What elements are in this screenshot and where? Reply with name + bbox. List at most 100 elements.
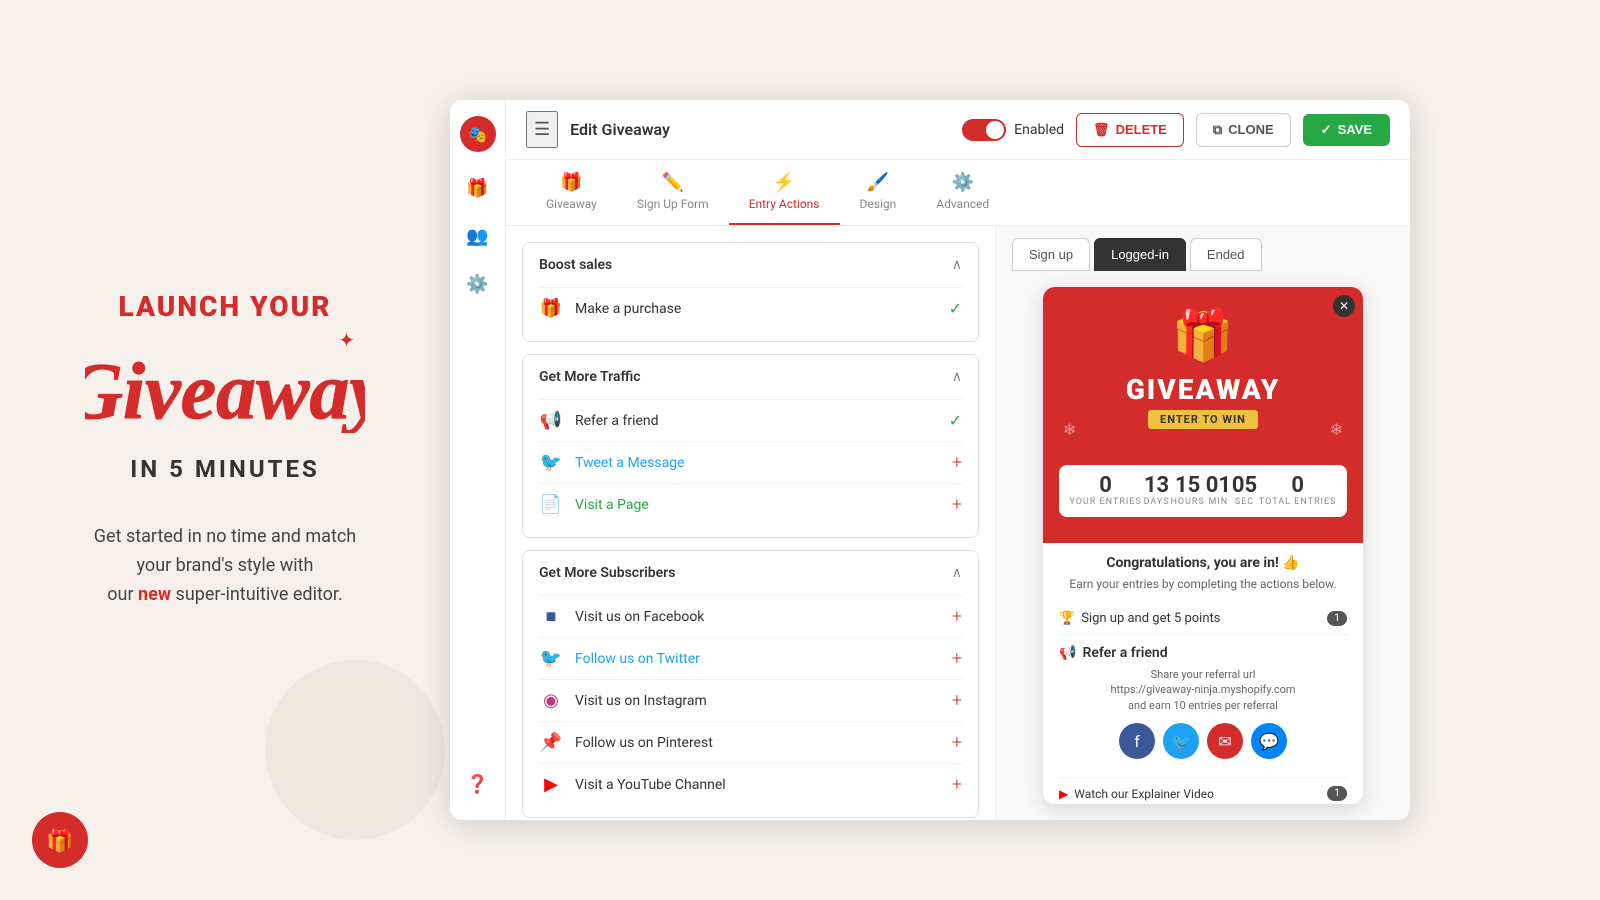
preview-tab-signup[interactable]: Sign up <box>1012 238 1090 271</box>
your-entries-label: Your entries <box>1069 497 1141 507</box>
list-item[interactable]: ■ Visit us on Facebook + <box>539 595 962 637</box>
enabled-toggle[interactable] <box>962 119 1006 141</box>
purchase-label: Make a purchase <box>575 301 937 317</box>
subscribers-toggle-icon: ∧ <box>952 565 962 581</box>
giveaway-tab-icon: 🎁 <box>560 172 582 193</box>
traffic-toggle-icon: ∧ <box>952 369 962 385</box>
preview-tab-loggedin[interactable]: Logged-in <box>1094 238 1186 271</box>
widget-subtitle: ENTER TO WIN <box>1148 410 1258 429</box>
sidebar-item-settings[interactable]: ⚙️ <box>458 264 498 304</box>
purchase-check-icon: ✓ <box>949 299 962 318</box>
preview-widget-area: ✕ 🎁 GIVEAWAY ENTER TO WIN ❄ ❄ <box>996 271 1410 820</box>
timer-row: 0 Your entries 13 DAYS 15 <box>1059 465 1347 517</box>
tab-bar: 🎁 Giveaway ✏️ Sign Up Form ⚡ Entry Actio… <box>506 160 1410 226</box>
signup-action-row[interactable]: 🏆 Sign up and get 5 points 1 <box>1059 603 1347 635</box>
boost-sales-toggle-icon: ∧ <box>952 257 962 273</box>
hours-value: 15 <box>1170 475 1204 497</box>
purchase-icon: 🎁 <box>539 298 563 319</box>
referral-twitter-btn[interactable]: 🐦 <box>1163 723 1199 759</box>
users-icon: 👥 <box>466 226 488 247</box>
referral-messenger-btn[interactable]: 💬 <box>1251 723 1287 759</box>
app-panel: 🎭 🎁 👥 ⚙️ ❓ ☰ Edit Giveaway Enabled 🗑 <box>450 100 1410 820</box>
list-item[interactable]: 🐦 Follow us on Twitter + <box>539 637 962 679</box>
referral-social-buttons: f 🐦 ✉ 💬 <box>1059 723 1347 759</box>
svg-text:🎁: 🎁 <box>46 828 73 854</box>
youtube-label: Visit a YouTube Channel <box>575 777 940 793</box>
advanced-tab-icon: ⚙️ <box>951 172 973 193</box>
tab-advanced[interactable]: ⚙️ Advanced <box>916 160 1009 225</box>
giveaway-svg: Giveaway <box>85 333 365 433</box>
get-more-subscribers-section: Get More Subscribers ∧ ■ Visit us on Fac… <box>522 550 979 818</box>
signup-tab-icon: ✏️ <box>662 172 684 193</box>
giveaway-logo: Giveaway ✦ <box>85 333 365 437</box>
get-more-traffic-header[interactable]: Get More Traffic ∧ <box>523 355 978 399</box>
list-item[interactable]: ◉ Visit us on Instagram + <box>539 679 962 721</box>
timer-total-entries: 0 Total entries <box>1259 475 1337 507</box>
editor-panel: Boost sales ∧ 🎁 Make a purchase ✓ G <box>506 226 996 820</box>
sidebar-item-giveaways[interactable]: 🎁 <box>458 168 498 208</box>
timer-sec: 05 SEC <box>1232 475 1257 507</box>
get-more-subscribers-title: Get More Subscribers <box>539 565 675 581</box>
delete-icon: 🗑 <box>1093 122 1110 138</box>
widget-title: GIVEAWAY <box>1063 373 1343 406</box>
earn-text: Earn your entries by completing the acti… <box>1059 577 1347 591</box>
referral-facebook-btn[interactable]: f <box>1119 723 1155 759</box>
checkmark-icon: ✓ <box>1321 122 1332 138</box>
preview-panel: Sign up Logged-in Ended ✕ 🎁 GIVEAWAY ENT… <box>996 226 1410 820</box>
tab-design[interactable]: 🖌️ Design <box>840 160 917 225</box>
facebook-label: Visit us on Facebook <box>575 609 940 625</box>
min-value: 01 <box>1206 475 1231 497</box>
list-item[interactable]: 📌 Follow us on Pinterest + <box>539 721 962 763</box>
save-button[interactable]: ✓ SAVE <box>1303 114 1390 146</box>
snowflake-left: ❄ <box>1063 420 1076 439</box>
preview-tab-bar: Sign up Logged-in Ended <box>996 226 1410 271</box>
youtube-widget-icon: ▶ <box>1059 787 1068 801</box>
sidebar-logo[interactable]: 🎭 <box>460 116 496 152</box>
gift-icon: 🎁 <box>466 178 488 199</box>
tab-giveaway[interactable]: 🎁 Giveaway <box>526 160 617 225</box>
instagram-label: Visit us on Instagram <box>575 693 940 709</box>
hamburger-button[interactable]: ☰ <box>526 111 558 148</box>
delete-button[interactable]: 🗑 DELETE <box>1076 113 1184 147</box>
get-more-subscribers-header[interactable]: Get More Subscribers ∧ <box>523 551 978 595</box>
toggle-label: Enabled <box>1014 122 1064 138</box>
preview-tab-ended[interactable]: Ended <box>1190 238 1262 271</box>
youtube-add-icon: + <box>952 774 962 795</box>
referral-desc: Share your referral url https://giveaway… <box>1059 667 1347 713</box>
clone-button[interactable]: ⧉ CLONE <box>1196 113 1291 147</box>
get-more-traffic-title: Get More Traffic <box>539 369 641 385</box>
timer-days: 13 DAYS <box>1144 475 1170 507</box>
trophy-icon: 🏆 <box>1059 611 1075 626</box>
twitter-add-icon: + <box>952 648 962 669</box>
sidebar-item-help[interactable]: ❓ <box>458 764 498 804</box>
timer-your-entries: 0 Your entries <box>1069 475 1141 507</box>
help-icon: ❓ <box>466 774 488 795</box>
widget-close-button[interactable]: ✕ <box>1333 295 1355 317</box>
list-item: 📢 Refer a friend ✓ <box>539 399 962 441</box>
tab-entry-actions[interactable]: ⚡ Entry Actions <box>729 160 840 225</box>
settings-icon: ⚙️ <box>466 274 488 295</box>
video-action-row[interactable]: ▶ Watch our Explainer Video 1 <box>1059 778 1347 804</box>
min-label: MIN <box>1206 497 1231 507</box>
twitter-follow-icon: 🐦 <box>539 648 563 669</box>
list-item[interactable]: 📄 Visit a Page + <box>539 483 962 525</box>
tab-signup-form[interactable]: ✏️ Sign Up Form <box>617 160 729 225</box>
referral-title: 📢 Refer a friend <box>1059 645 1347 661</box>
boost-sales-header[interactable]: Boost sales ∧ <box>523 243 978 287</box>
bottom-logo: 🎁 <box>30 810 90 870</box>
list-item[interactable]: ▶ Visit a YouTube Channel + <box>539 763 962 805</box>
hours-label: HOURS <box>1170 497 1204 507</box>
widget-gift-icon: 🎁 <box>1063 307 1343 365</box>
widget-card: ✕ 🎁 GIVEAWAY ENTER TO WIN ❄ ❄ <box>1043 287 1363 804</box>
signup-action-label: 🏆 Sign up and get 5 points <box>1059 611 1221 626</box>
visit-page-icon: 📄 <box>539 494 563 515</box>
pinterest-label: Follow us on Pinterest <box>575 735 940 751</box>
sidebar-item-users[interactable]: 👥 <box>458 216 498 256</box>
refer-icon: 📢 <box>539 410 563 431</box>
referral-email-btn[interactable]: ✉ <box>1207 723 1243 759</box>
boost-sales-title: Boost sales <box>539 257 612 273</box>
tweet-label: Tweet a Message <box>575 455 940 471</box>
timer-hours: 15 HOURS <box>1170 475 1204 507</box>
instagram-icon: ◉ <box>539 690 563 711</box>
list-item[interactable]: 🐦 Tweet a Message + <box>539 441 962 483</box>
